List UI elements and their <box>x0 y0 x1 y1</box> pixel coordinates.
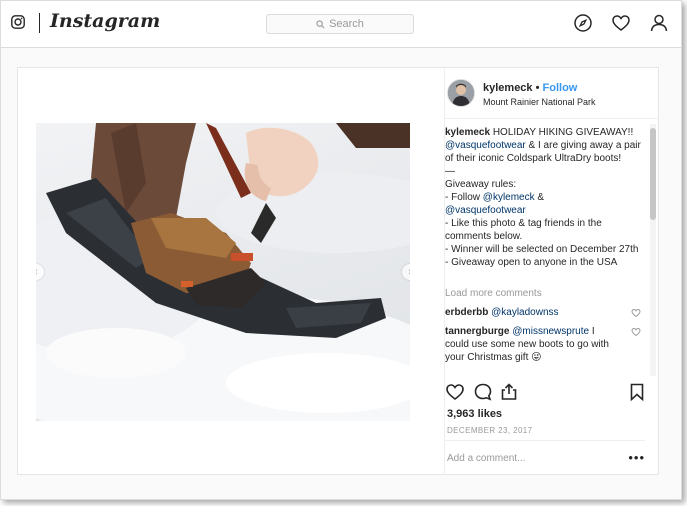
bookmark-icon[interactable] <box>627 382 647 402</box>
post-card: ‹ › kylemeck • Follow Mount Rainier Nati… <box>17 67 659 475</box>
comment-item: erbderbb @kayladownss <box>445 306 645 319</box>
post-header: kylemeck • Follow Mount Rainier National… <box>445 68 659 119</box>
instagram-logo[interactable]: Instagram <box>50 10 160 32</box>
comment-mention[interactable]: @missnewsprute <box>512 326 589 337</box>
comments-list: kylemeck HOLIDAY HIKING GIVEAWAY!! @vasq… <box>445 126 645 376</box>
caption-author[interactable]: kylemeck <box>445 127 490 138</box>
follow-button[interactable]: Follow <box>543 82 578 94</box>
browser-frame: Instagram Search kylemeck • Follow Mount… <box>0 0 682 500</box>
post-sidebar: kylemeck • Follow Mount Rainier National… <box>444 68 659 474</box>
caption-rule-4: - Giveaway open to anyone in the USA <box>445 257 618 268</box>
avatar[interactable] <box>447 79 475 107</box>
comment-emoji: 😜 <box>531 352 542 363</box>
compass-icon[interactable] <box>573 13 593 33</box>
caption-text-1: HOLIDAY HIKING GIVEAWAY!! <box>492 127 634 138</box>
comment-mention[interactable]: @kayladownss <box>491 307 558 318</box>
comments-scrollbar[interactable] <box>650 124 656 376</box>
comment-user[interactable]: erbderbb <box>445 307 488 318</box>
post-author: kylemeck • Follow <box>483 82 577 94</box>
separator-dot: • <box>535 82 540 94</box>
logo-divider <box>39 13 40 33</box>
post-username[interactable]: kylemeck <box>483 82 533 94</box>
search-placeholder: Search <box>329 18 364 30</box>
comment-user[interactable]: tannergburge <box>445 326 509 337</box>
add-comment-bar: Add a comment... ••• <box>445 440 645 475</box>
comment-item: tannergburge @missnewsprute I could use … <box>445 325 645 364</box>
nav-icons <box>573 13 669 33</box>
heart-icon[interactable] <box>611 13 631 33</box>
share-icon[interactable] <box>499 382 519 402</box>
post-date: DECEMBER 23, 2017 <box>447 426 533 435</box>
caption-rule-2: - Like this photo & tag friends in the c… <box>445 218 602 242</box>
search-input[interactable]: Search <box>266 14 414 34</box>
scrollbar-thumb[interactable] <box>650 128 656 220</box>
likes-count[interactable]: 3,963 likes <box>447 408 502 420</box>
more-options-button[interactable]: ••• <box>628 450 645 465</box>
caption-rules-title: Giveaway rules: <box>445 179 517 190</box>
caption-dash: — <box>445 166 455 177</box>
photo-illustration <box>36 123 410 421</box>
top-nav-bar: Instagram Search <box>1 1 681 48</box>
profile-icon[interactable] <box>649 13 669 33</box>
like-heart-icon[interactable] <box>445 382 465 402</box>
add-comment-input[interactable]: Add a comment... <box>447 453 525 464</box>
caption-rule-1-and: & <box>537 192 545 203</box>
comment-like-icon[interactable] <box>631 327 641 337</box>
load-more-comments[interactable]: Load more comments <box>445 287 645 300</box>
caption-rule-1-mention-b[interactable]: @vasquefootwear <box>445 205 526 216</box>
post-location[interactable]: Mount Rainier National Park <box>483 97 596 107</box>
caption-rule-3: - Winner will be selected on December 27… <box>445 244 639 255</box>
comment-bubble-icon[interactable] <box>473 382 493 402</box>
search-icon <box>316 19 325 28</box>
comment-like-icon[interactable] <box>631 308 641 318</box>
post-photo[interactable]: ‹ › <box>36 123 410 421</box>
caption-mention-1[interactable]: @vasquefootwear <box>445 140 526 151</box>
caption-rule-1-prefix: - Follow <box>445 192 481 203</box>
camera-icon[interactable] <box>11 15 25 29</box>
caption-rule-1-mention-a[interactable]: @kylemeck <box>483 192 535 203</box>
post-actions <box>445 382 659 406</box>
caption: kylemeck HOLIDAY HIKING GIVEAWAY!! @vasq… <box>445 126 645 269</box>
